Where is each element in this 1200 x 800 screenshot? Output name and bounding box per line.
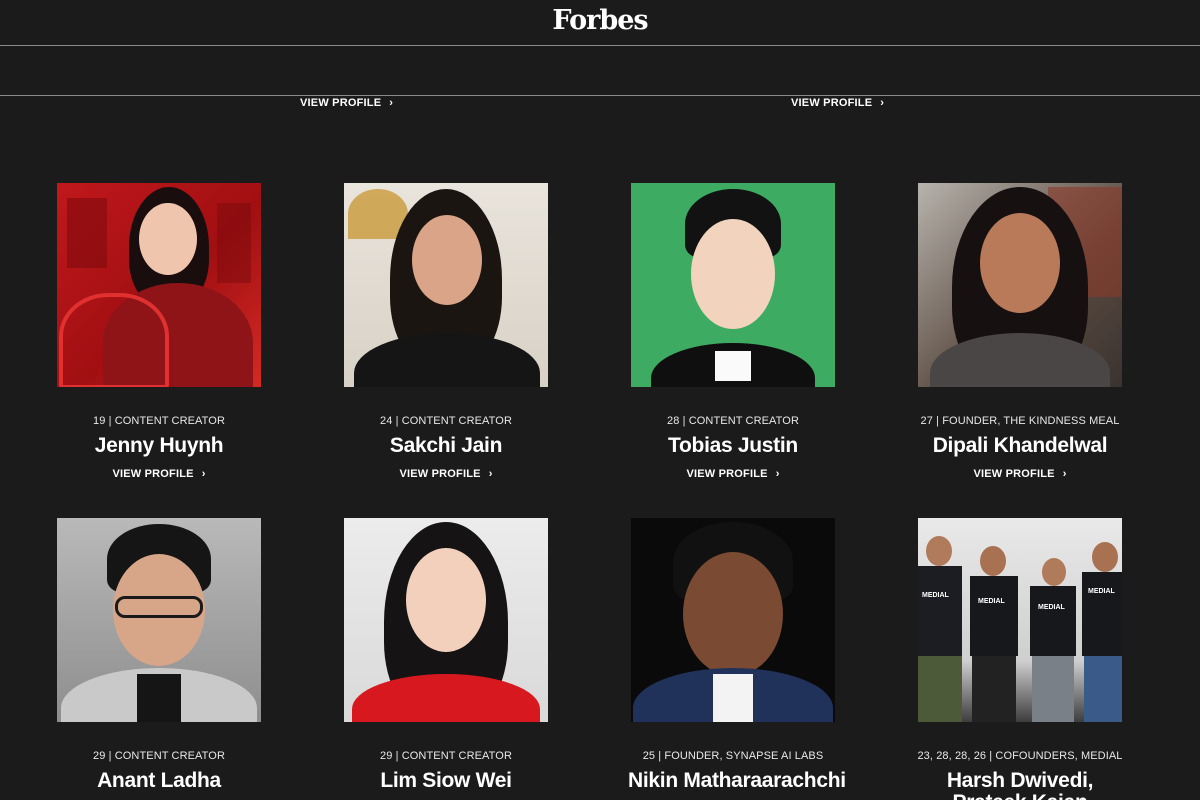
profile-meta: 25 | FOUNDER, SYNAPSE AI LABS bbox=[642, 750, 824, 762]
profile-meta: 29 | CONTENT CREATOR bbox=[380, 750, 512, 762]
profile-card: MEDIAL MEDIAL MEDIAL MEDIAL 23, 28, 28, … bbox=[915, 518, 1125, 800]
profile-name[interactable]: Jenny Huynh bbox=[54, 433, 264, 459]
face-shape bbox=[980, 546, 1006, 576]
view-profile-label: VIEW PROFILE bbox=[112, 468, 194, 480]
profile-card: 29 | CONTENT CREATOR Anant Ladha bbox=[54, 518, 264, 794]
face-shape bbox=[139, 203, 197, 275]
clothing-shape bbox=[1082, 572, 1122, 656]
chevron-right-icon: › bbox=[775, 468, 780, 480]
face-shape bbox=[1042, 558, 1066, 586]
profile-meta: 27 | FOUNDER, THE KINDNESS MEAL bbox=[920, 415, 1120, 427]
profile-name[interactable]: Sakchi Jain bbox=[341, 433, 551, 459]
profile-card: 29 | CONTENT CREATOR Lim Siow Wei bbox=[341, 518, 551, 794]
view-profile-link[interactable]: VIEW PROFILE › bbox=[628, 468, 838, 480]
profile-photo[interactable] bbox=[631, 183, 835, 387]
profile-meta: 24 | CONTENT CREATOR bbox=[380, 415, 512, 427]
profile-meta: 19 | CONTENT CREATOR bbox=[93, 415, 225, 427]
chevron-right-icon: › bbox=[880, 97, 885, 109]
clothing-shape bbox=[918, 656, 962, 722]
profile-name[interactable]: Lim Siow Wei bbox=[341, 768, 551, 794]
shirt-logo-text: MEDIAL bbox=[978, 598, 1005, 605]
inner-shirt bbox=[137, 674, 181, 722]
clothing-shape bbox=[1032, 656, 1074, 722]
view-profile-link[interactable]: VIEW PROFILE › bbox=[341, 468, 551, 480]
profile-card: 27 | FOUNDER, THE KINDNESS MEAL Dipali K… bbox=[915, 183, 1125, 480]
clothing-shape bbox=[354, 333, 540, 387]
profile-meta: 29 | CONTENT CREATOR bbox=[93, 750, 225, 762]
chevron-right-icon: › bbox=[201, 468, 206, 480]
chevron-right-icon: › bbox=[389, 97, 394, 109]
view-profile-label: VIEW PROFILE bbox=[300, 97, 382, 109]
shirt-collar bbox=[713, 674, 753, 722]
profile-card: 25 | FOUNDER, SYNAPSE AI LABS Nikin Math… bbox=[628, 518, 846, 794]
profile-photo[interactable] bbox=[918, 183, 1122, 387]
site-header: Forbes bbox=[0, 0, 1200, 46]
profile-meta: 28 | CONTENT CREATOR bbox=[667, 415, 799, 427]
chevron-right-icon: › bbox=[1062, 468, 1067, 480]
shirt-logo-text: MEDIAL bbox=[922, 592, 949, 599]
profile-photo[interactable] bbox=[631, 518, 835, 722]
face-shape bbox=[412, 215, 482, 305]
profile-name[interactable]: Nikin Matharaarachchi bbox=[628, 768, 846, 794]
profile-photo[interactable] bbox=[344, 183, 548, 387]
view-profile-label: VIEW PROFILE bbox=[686, 468, 768, 480]
view-profile-label: VIEW PROFILE bbox=[791, 97, 873, 109]
profile-name[interactable]: Anant Ladha bbox=[54, 768, 264, 794]
view-profile-link[interactable]: VIEW PROFILE › bbox=[300, 97, 393, 109]
profile-meta: 23, 28, 28, 26 | COFOUNDERS, MEDIAL bbox=[917, 750, 1123, 762]
background-decoration bbox=[217, 203, 251, 283]
clothing-shape bbox=[972, 656, 1016, 722]
clothing-shape bbox=[918, 566, 962, 656]
view-profile-link[interactable]: VIEW PROFILE › bbox=[791, 97, 884, 109]
chevron-right-icon: › bbox=[488, 468, 493, 480]
clothing-shape bbox=[1084, 656, 1122, 722]
profile-photo[interactable] bbox=[57, 183, 261, 387]
face-shape bbox=[1092, 542, 1118, 572]
face-shape bbox=[406, 548, 486, 652]
profile-photo[interactable] bbox=[344, 518, 548, 722]
clothing-shape bbox=[1030, 586, 1076, 656]
face-shape bbox=[683, 552, 783, 676]
profile-name[interactable]: Dipali Khandelwal bbox=[915, 433, 1125, 459]
view-profile-label: VIEW PROFILE bbox=[973, 468, 1055, 480]
view-profile-link[interactable]: VIEW PROFILE › bbox=[54, 468, 264, 480]
forbes-logo[interactable]: Forbes bbox=[552, 5, 648, 36]
clothing-shape bbox=[970, 576, 1018, 656]
background-decoration bbox=[67, 198, 107, 268]
view-profile-link[interactable]: VIEW PROFILE › bbox=[915, 468, 1125, 480]
profile-photo[interactable] bbox=[57, 518, 261, 722]
shirt-collar bbox=[715, 351, 751, 381]
profile-card: 28 | CONTENT CREATOR Tobias Justin VIEW … bbox=[628, 183, 838, 480]
profile-card: 24 | CONTENT CREATOR Sakchi Jain VIEW PR… bbox=[341, 183, 551, 480]
profile-name[interactable]: Tobias Justin bbox=[628, 433, 838, 459]
face-shape bbox=[980, 213, 1060, 313]
profile-photo[interactable]: MEDIAL MEDIAL MEDIAL MEDIAL bbox=[918, 518, 1122, 722]
clothing-shape bbox=[352, 674, 540, 722]
shirt-logo-text: MEDIAL bbox=[1088, 588, 1115, 595]
glasses-icon bbox=[115, 596, 203, 618]
profile-card: 19 | CONTENT CREATOR Jenny Huynh VIEW PR… bbox=[54, 183, 264, 480]
sub-navigation-bar bbox=[0, 46, 1200, 96]
view-profile-label: VIEW PROFILE bbox=[399, 468, 481, 480]
face-shape bbox=[691, 219, 775, 329]
face-shape bbox=[926, 536, 952, 566]
shirt-logo-text: MEDIAL bbox=[1038, 604, 1065, 611]
birdcage-shape bbox=[59, 293, 169, 387]
